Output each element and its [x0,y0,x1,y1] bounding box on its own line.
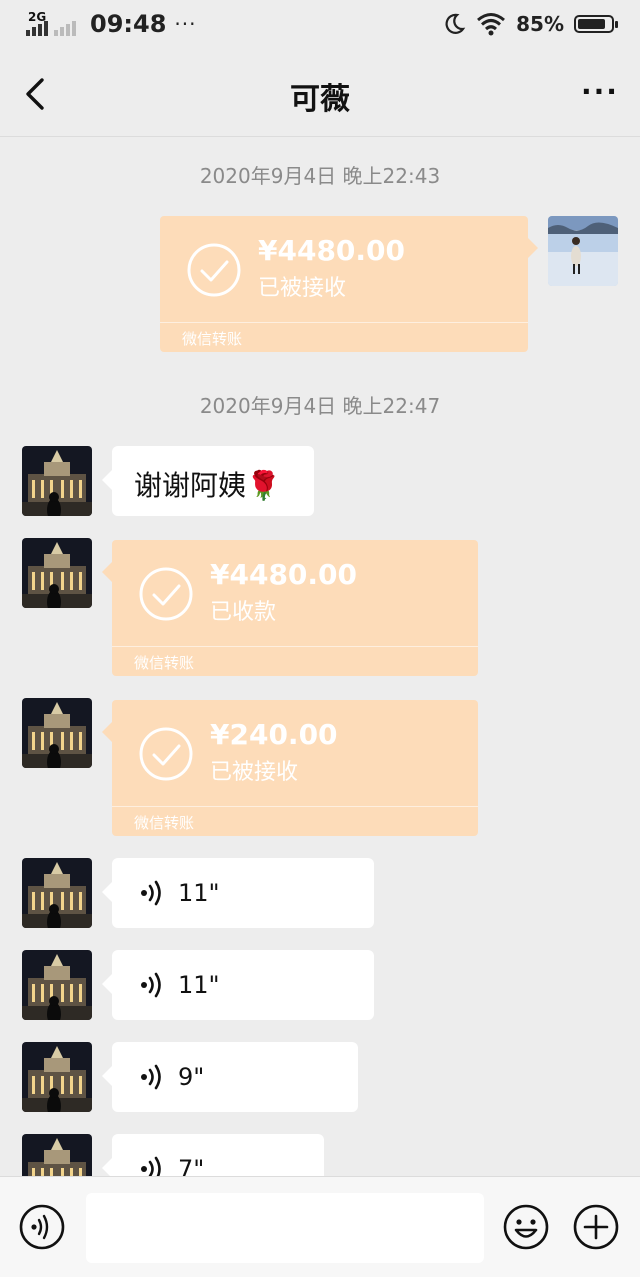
voice-duration: 11" [178,879,220,907]
voice-wave-icon[interactable] [18,1203,66,1251]
transfer-amount: ¥4480.00 [210,558,358,591]
avatar-contact[interactable] [22,698,92,768]
notification-dots: ··· [174,12,197,36]
voice-message[interactable]: 9" [102,1042,358,1112]
battery-fill [578,19,605,29]
transfer-status: 已被接收 [258,276,347,301]
text-message[interactable]: 谢谢阿姨🌹 [102,446,314,516]
signal-icon: 2G [26,10,82,36]
avatar-contact[interactable] [22,1042,92,1112]
voice-wave-icon [141,1064,161,1090]
voice-duration: 9" [178,1063,205,1091]
moon-icon [445,13,466,34]
voice-message[interactable]: 11" [102,950,374,1020]
transfer-amount: ¥240.00 [210,718,338,751]
transfer-card-received[interactable]: ¥4480.00 已收款 微信转账 [102,540,478,676]
check-circle-icon [139,567,193,621]
message-input[interactable] [86,1193,484,1263]
chat-header: 可薇 ··· [0,50,640,137]
avatar-contact[interactable] [22,858,92,928]
battery-icon [574,15,618,33]
smiley-face-icon[interactable] [502,1203,550,1251]
input-bar [0,1176,640,1277]
message-text: 谢谢阿姨🌹 [134,469,281,502]
avatar-contact[interactable] [22,538,92,608]
check-circle-icon [187,243,241,297]
voice-wave-icon [141,880,161,906]
transfer-card-sent[interactable]: ¥4480.00 已被接收 微信转账 [160,216,538,352]
avatar-contact[interactable] [22,446,92,516]
voice-message[interactable]: 11" [102,858,374,928]
transfer-footer: 微信转账 [182,330,243,348]
clock: 09:48 [90,10,167,38]
transfer-amount: ¥4480.00 [258,234,406,267]
transfer-footer: 微信转账 [134,814,195,832]
more-dots-icon[interactable]: ··· [580,72,620,112]
transfer-card-accepted[interactable]: ¥240.00 已被接收 微信转账 [102,700,478,836]
avatar-self[interactable] [548,216,618,286]
transfer-divider [160,322,528,323]
voice-duration: 11" [178,971,220,999]
transfer-divider [112,806,478,807]
avatar-contact[interactable] [22,950,92,1020]
transfer-status: 已被接收 [210,760,299,785]
status-bar: 2G 09:48 ··· 85% [0,0,640,50]
plus-circle-icon[interactable] [572,1203,620,1251]
check-circle-icon [139,727,193,781]
wifi-icon [477,13,506,36]
transfer-divider [112,646,478,647]
transfer-status: 已收款 [210,600,277,625]
timestamp: 2020年9月4日 晚上22:47 [199,394,441,418]
battery-percent: 85% [516,12,564,36]
timestamp: 2020年9月4日 晚上22:43 [199,164,441,188]
voice-wave-icon [141,972,161,998]
transfer-footer: 微信转账 [134,654,195,672]
chat-title: 可薇 [290,82,350,117]
